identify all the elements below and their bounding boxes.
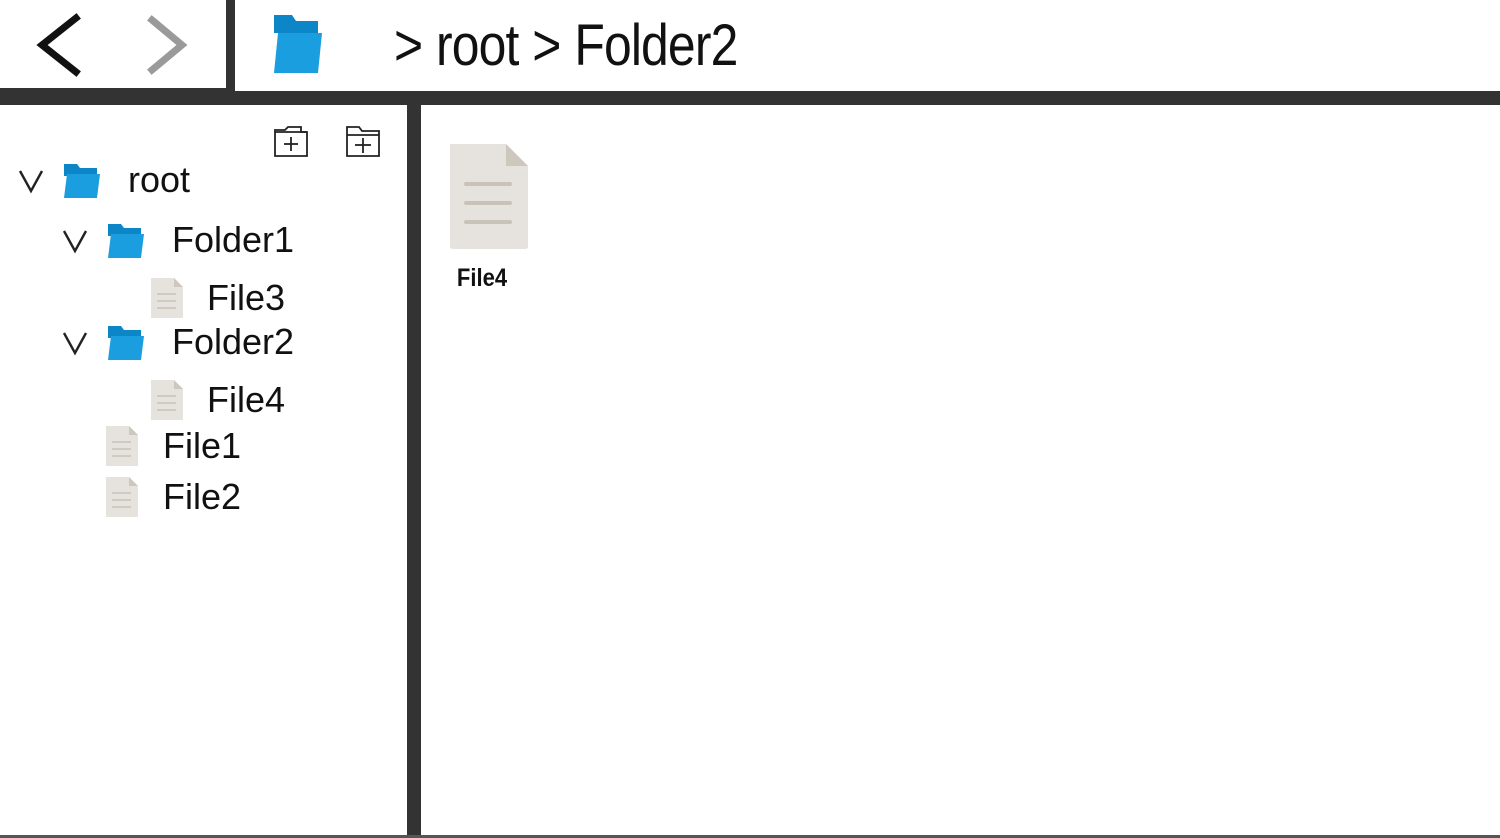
sidebar-tree-panel: [0, 105, 407, 838]
tree-item-label: Folder1: [172, 219, 295, 260]
back-button[interactable]: [30, 12, 90, 78]
file-icon: [105, 425, 139, 467]
breadcrumb-root[interactable]: root: [436, 12, 519, 79]
folder-icon: [62, 160, 102, 200]
tree-item-label: File1: [163, 425, 242, 466]
file-icon: [446, 142, 530, 250]
new-folder-button[interactable]: [345, 124, 381, 158]
file-icon: [105, 476, 139, 518]
new-file-button[interactable]: [273, 124, 309, 158]
content-item-file4[interactable]: File4: [440, 140, 536, 300]
tree-item-label: Folder2: [172, 321, 295, 362]
new-folder-icon: [346, 126, 380, 157]
folder-icon: [106, 322, 146, 362]
tree-item-root[interactable]: root: [16, 158, 190, 202]
chevron-left-icon: [36, 13, 81, 77]
file-icon: [150, 379, 184, 421]
forward-button[interactable]: [138, 12, 198, 78]
chevron-down-icon[interactable]: [60, 225, 90, 255]
address-folder-icon: [272, 13, 324, 75]
tree-item-label: root: [128, 159, 191, 200]
panel-splitter[interactable]: [407, 105, 421, 838]
header-divider: [0, 91, 1500, 105]
nav-controls: [0, 0, 226, 91]
tree-item-label: File4: [207, 379, 286, 420]
tree-item-file1[interactable]: File1: [105, 424, 241, 468]
tree-item-folder2[interactable]: Folder2: [60, 320, 294, 364]
chevron-down-icon[interactable]: [60, 327, 90, 357]
chevron-right-icon: [147, 15, 188, 75]
folder-content-area: [421, 105, 1500, 838]
toolbar-divider-vertical: [226, 0, 235, 95]
tree-item-label: File3: [207, 277, 286, 318]
breadcrumb: > root > Folder2: [394, 10, 751, 80]
new-file-icon: [274, 126, 308, 157]
file-icon: [150, 277, 184, 319]
tree-item-label: File2: [163, 476, 242, 517]
tree-item-file4[interactable]: File4: [150, 378, 285, 422]
breadcrumb-separator: >: [532, 12, 561, 78]
tree-item-folder1[interactable]: Folder1: [60, 218, 294, 262]
folder-icon: [106, 220, 146, 260]
breadcrumb-separator: >: [394, 12, 423, 78]
chevron-down-icon[interactable]: [16, 165, 46, 195]
content-item-label: File4: [456, 264, 508, 292]
breadcrumb-current[interactable]: Folder2: [574, 12, 738, 79]
tree-item-file2[interactable]: File2: [105, 475, 241, 519]
tree-item-file3[interactable]: File3: [150, 276, 285, 320]
